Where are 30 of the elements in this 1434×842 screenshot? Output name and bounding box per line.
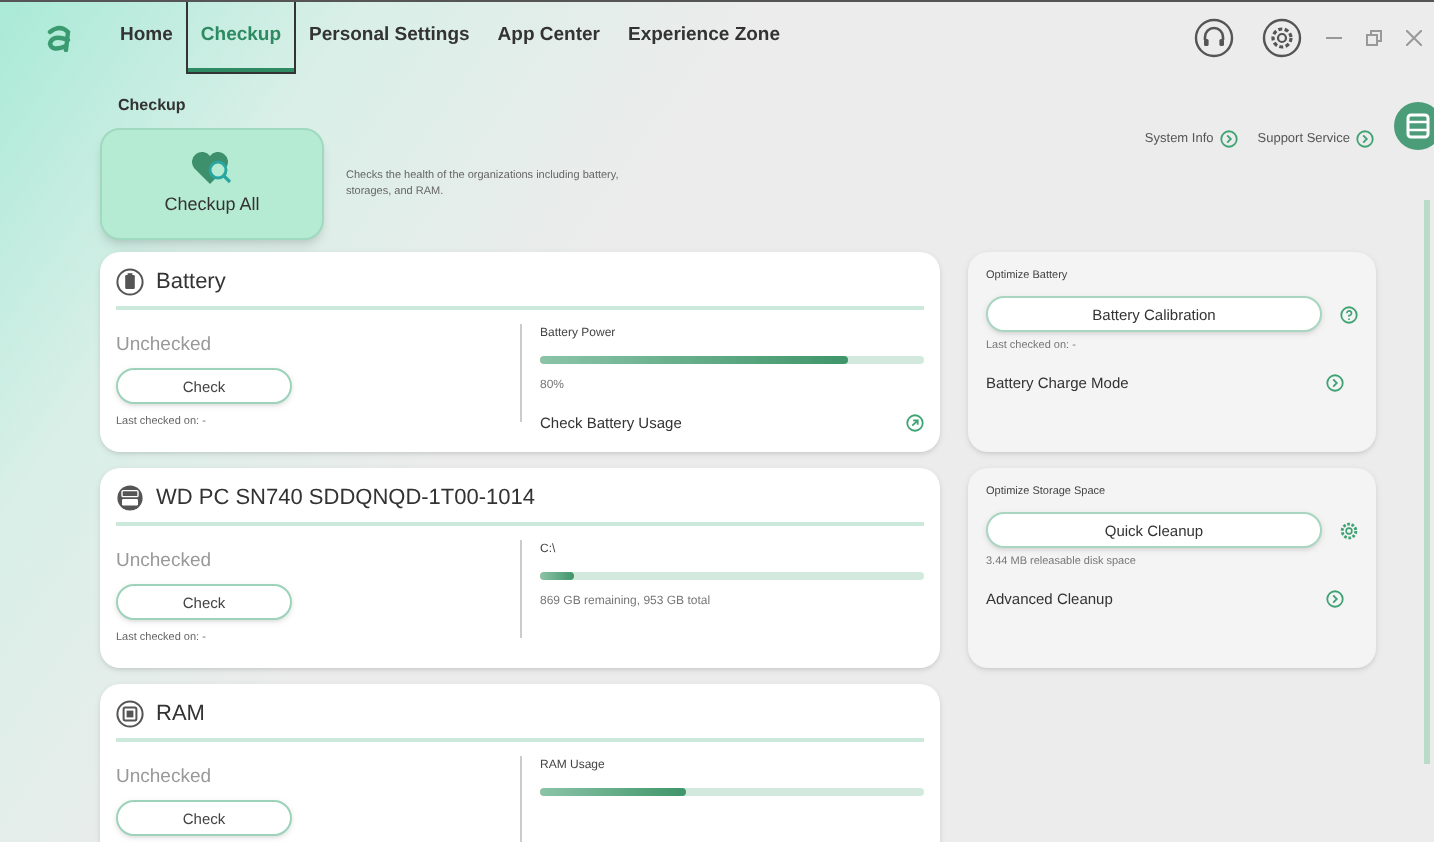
chip-icon — [116, 700, 144, 728]
page-heading: Checkup — [118, 94, 188, 118]
chevron-icon — [1326, 373, 1344, 392]
list-icon[interactable] — [1394, 102, 1434, 150]
check-status: Unchecked — [116, 548, 214, 576]
disk-icon — [116, 484, 144, 512]
card-title: RAM — [156, 699, 205, 730]
checkup-all-button[interactable]: Checkup All — [100, 128, 324, 240]
help-icon[interactable] — [1340, 305, 1358, 324]
check-status: Unchecked — [116, 764, 214, 792]
nav-tab[interactable]: Home — [106, 1, 187, 73]
nav-tab[interactable]: Experience Zone — [613, 1, 795, 73]
scrollbar[interactable] — [1424, 200, 1430, 764]
settings-icon[interactable] — [1262, 17, 1302, 57]
arrow-circle-icon — [906, 414, 924, 433]
close-icon[interactable] — [1406, 29, 1422, 45]
chevron-icon — [1356, 130, 1374, 149]
card-title: Battery — [156, 267, 226, 298]
check-status: Unchecked — [116, 332, 214, 360]
restore-icon[interactable] — [1366, 29, 1382, 45]
battery-icon — [116, 268, 144, 296]
headset-icon[interactable] — [1194, 17, 1234, 57]
nav-tab[interactable]: Personal Settings — [295, 1, 484, 73]
settings-icon[interactable] — [1340, 521, 1358, 540]
chevron-icon — [1326, 589, 1344, 608]
card-title: WD PC SN740 SDDQNQD-1T00-1014 — [156, 483, 536, 514]
nav-tab[interactable]: App Center — [483, 1, 614, 73]
chevron-icon — [1219, 130, 1238, 149]
logo-icon — [44, 23, 76, 51]
heart-search-icon — [190, 149, 234, 186]
